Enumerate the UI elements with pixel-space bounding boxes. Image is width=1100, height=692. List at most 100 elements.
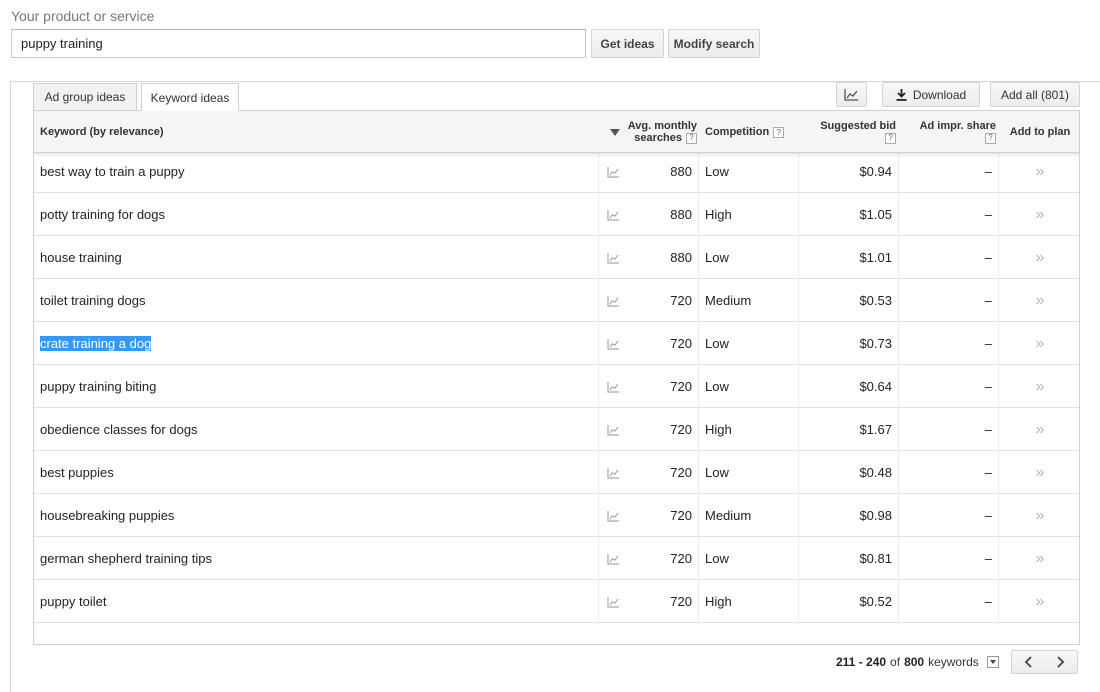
impr-share-value: – [984,164,992,179]
keyword-cell[interactable]: obedience classes for dogs [34,408,599,451]
trend-chart-icon[interactable] [607,510,620,522]
add-to-plan-button[interactable]: » [999,408,1079,451]
trend-chart-icon[interactable] [607,553,620,565]
searches-value: 880 [670,207,692,222]
add-to-plan-button[interactable]: » [999,193,1079,236]
keyword-text[interactable]: obedience classes for dogs [40,422,198,437]
keyword-cell[interactable]: best way to train a puppy [34,150,599,193]
product-label: Your product or service [11,8,155,24]
bid-value: $0.52 [859,594,892,609]
keyword-cell[interactable]: housebreaking puppies [34,494,599,537]
competition-cell: Low [699,322,799,365]
keyword-text[interactable]: german shepherd training tips [40,551,212,566]
keyword-cell[interactable]: crate training a dog [34,322,599,365]
add-to-plan-button[interactable]: » [999,494,1079,537]
sort-desc-icon [609,128,620,136]
table-row: toilet training dogs 720 Medium $0.53 – » [34,279,1079,322]
help-icon[interactable]: ? [985,132,996,144]
keyword-cell[interactable]: german shepherd training tips [34,537,599,580]
header-avg-monthly-searches[interactable]: Avg. monthly searches? [604,111,697,153]
trend-chart-icon[interactable] [607,209,620,221]
add-all-button[interactable]: Add all (801) [990,82,1080,107]
header-ad-impr-share[interactable]: Ad impr. share? [904,111,996,153]
competition-value: Medium [705,508,752,523]
double-chevron-right-icon: » [1035,506,1045,524]
tab-ad-group-ideas[interactable]: Ad group ideas [33,83,137,111]
trend-chart-icon[interactable] [607,381,620,393]
header-label-line1: Ad impr. share [919,120,996,132]
add-to-plan-button[interactable]: » [999,150,1079,193]
keyword-cell[interactable]: puppy toilet [34,580,599,623]
double-chevron-right-icon: » [1035,592,1045,610]
competition-cell: High [699,580,799,623]
trend-chart-icon[interactable] [607,166,620,178]
impr-share-cell: – [899,408,999,451]
bid-cell: $0.48 [799,451,899,494]
trend-chart-icon[interactable] [607,424,620,436]
trend-chart-icon[interactable] [607,252,620,264]
add-to-plan-button[interactable]: » [999,451,1079,494]
download-icon [896,88,907,101]
keyword-text[interactable]: puppy training biting [40,379,156,394]
trend-chart-icon[interactable] [607,338,620,350]
impr-share-value: – [984,422,992,437]
modify-search-button[interactable]: Modify search [668,29,760,58]
chevron-right-icon [1056,656,1064,668]
add-to-plan-button[interactable]: » [999,236,1079,279]
page-size-dropdown-icon[interactable] [986,656,999,668]
keyword-cell[interactable]: puppy training biting [34,365,599,408]
competition-cell: Medium [699,279,799,322]
trend-chart-icon[interactable] [607,596,620,608]
keyword-cell[interactable]: toilet training dogs [34,279,599,322]
add-to-plan-button[interactable]: » [999,279,1079,322]
competition-value: Low [705,164,729,179]
keyword-text[interactable]: toilet training dogs [40,293,146,308]
search-input[interactable] [11,29,586,58]
keyword-text[interactable]: house training [40,250,122,265]
help-icon[interactable]: ? [885,132,896,144]
competition-value: High [705,594,732,609]
add-to-plan-button[interactable]: » [999,322,1079,365]
add-to-plan-button[interactable]: » [999,580,1079,623]
keyword-cell[interactable]: potty training for dogs [34,193,599,236]
impr-share-cell: – [899,279,999,322]
keyword-text[interactable]: best way to train a puppy [40,164,185,179]
keyword-cell[interactable]: best puppies [34,451,599,494]
tab-keyword-ideas[interactable]: Keyword ideas [141,83,239,112]
searches-value: 720 [670,422,692,437]
keyword-text[interactable]: crate training a dog [40,336,152,351]
bid-cell: $1.67 [799,408,899,451]
pager-total: 800 [904,655,925,669]
competition-value: Low [705,551,729,566]
keyword-text[interactable]: potty training for dogs [40,207,165,222]
table-row: crate training a dog 720 Low $0.73 – » [34,322,1079,365]
keyword-text[interactable]: housebreaking puppies [40,508,174,523]
add-to-plan-button[interactable]: » [999,365,1079,408]
searches-cell: 880 [599,193,699,236]
header-suggested-bid[interactable]: Suggested bid? [804,111,896,153]
impr-share-cell: – [899,193,999,236]
bid-value: $0.94 [859,164,892,179]
keyword-text[interactable]: best puppies [40,465,114,480]
previous-page-button[interactable] [1011,650,1045,674]
keyword-cell[interactable]: house training [34,236,599,279]
trend-chart-icon[interactable] [607,467,620,479]
impr-share-value: – [984,207,992,222]
get-ideas-button[interactable]: Get ideas [591,29,664,58]
impr-share-cell: – [899,537,999,580]
next-page-button[interactable] [1044,650,1078,674]
header-competition[interactable]: Competition? [705,111,805,153]
help-icon[interactable]: ? [773,126,785,138]
trend-chart-icon[interactable] [607,295,620,307]
chart-toggle-button[interactable] [836,82,867,107]
header-keyword[interactable]: Keyword (by relevance) [40,111,440,153]
searches-cell: 880 [599,150,699,193]
header-label: Suggested bid? [820,120,896,144]
add-to-plan-button[interactable]: » [999,537,1079,580]
keyword-table-header: Keyword (by relevance) Avg. monthly searc… [34,111,1079,153]
double-chevron-right-icon: » [1035,334,1045,352]
keyword-text[interactable]: puppy toilet [40,594,107,609]
help-icon[interactable]: ? [686,132,697,144]
download-button[interactable]: Download [882,82,980,107]
competition-value: High [705,207,732,222]
